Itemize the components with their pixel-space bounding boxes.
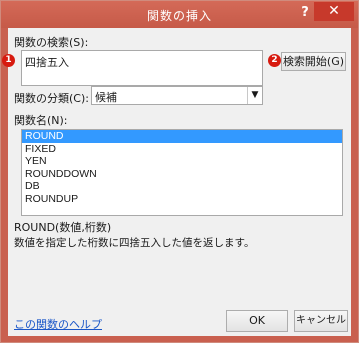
category-selected-value: 候補 xyxy=(95,91,117,104)
category-select[interactable]: 候補 ▼ xyxy=(91,86,263,105)
search-label: 関数の検索(S): xyxy=(14,36,89,49)
function-list[interactable]: ROUND FIXED YEN ROUNDDOWN DB ROUNDUP xyxy=(21,129,343,216)
title-bar[interactable]: 関数の挿入 ? ✕ xyxy=(1,1,358,28)
insert-function-dialog: 関数の挿入 ? ✕ 関数の検索(S): 四捨五入 1 2 検索開始(G) 関数の… xyxy=(0,0,359,343)
search-input[interactable]: 四捨五入 xyxy=(21,50,263,86)
list-item[interactable]: ROUND xyxy=(22,130,342,143)
category-label: 関数の分類(C): xyxy=(14,92,89,105)
dialog-body: 関数の検索(S): 四捨五入 1 2 検索開始(G) 関数の分類(C): 候補 … xyxy=(2,28,351,336)
annotation-marker-2: 2 xyxy=(268,54,281,67)
list-item[interactable]: FIXED xyxy=(22,143,342,156)
list-item[interactable]: ROUNDUP xyxy=(22,193,342,206)
close-button[interactable]: ✕ xyxy=(314,2,354,21)
list-item[interactable]: YEN xyxy=(22,155,342,168)
chevron-down-icon[interactable]: ▼ xyxy=(247,87,262,104)
annotation-marker-1: 1 xyxy=(2,54,15,67)
search-input-value: 四捨五入 xyxy=(25,56,69,69)
function-signature: ROUND(数値,桁数) xyxy=(14,221,112,234)
function-help-link[interactable]: この関数のヘルプ xyxy=(14,316,102,332)
list-item[interactable]: ROUNDDOWN xyxy=(22,168,342,181)
cancel-button[interactable]: キャンセル xyxy=(294,310,348,332)
list-item[interactable]: DB xyxy=(22,180,342,193)
ok-button[interactable]: OK xyxy=(226,310,288,332)
function-description: 数値を指定した桁数に四捨五入した値を返します。 xyxy=(14,237,255,249)
search-start-button[interactable]: 検索開始(G) xyxy=(281,52,346,71)
function-name-label: 関数名(N): xyxy=(14,114,68,127)
